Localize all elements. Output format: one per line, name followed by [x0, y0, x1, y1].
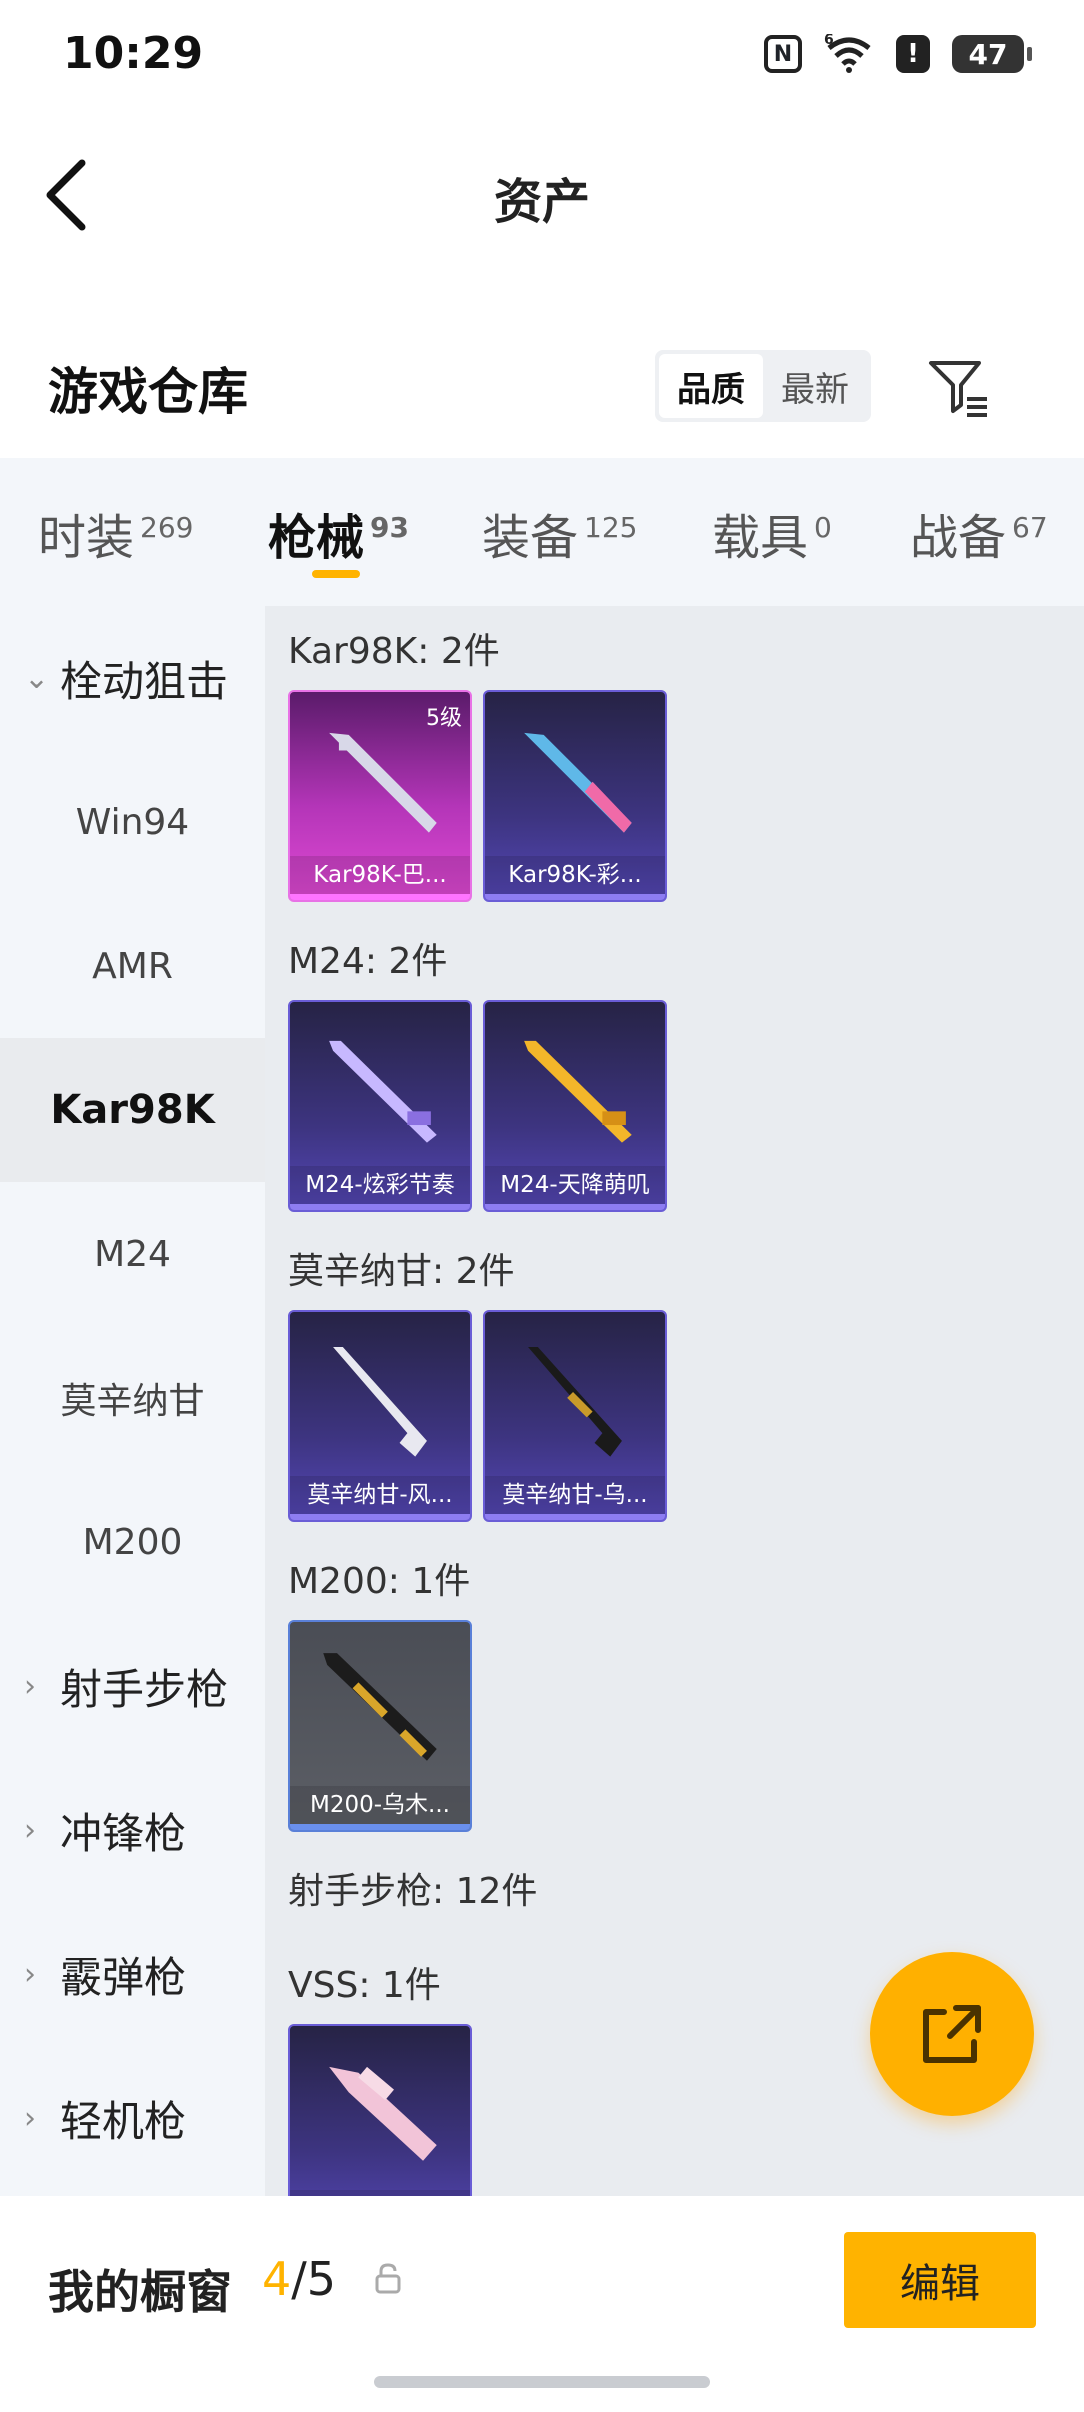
sort-newest-button[interactable]: 最新 — [763, 354, 867, 418]
level-badge: 5级 — [426, 706, 462, 731]
rarity-strip — [485, 1204, 665, 1210]
alert-icon: ! — [896, 35, 930, 73]
sidebar-group-dmr[interactable]: › 射手步枪 — [0, 1614, 265, 1758]
chevron-right-icon: › — [24, 1812, 36, 1848]
section-title: M24: 2件 — [288, 941, 448, 982]
rarity-strip — [290, 894, 470, 900]
chevron-right-icon: › — [24, 2100, 36, 2136]
sidebar-item-kar98k[interactable]: Kar98K — [0, 1038, 265, 1182]
rifle-icon — [329, 1040, 437, 1143]
weapon-name: M24-炫彩节奏 — [290, 1166, 470, 1204]
weapon-name: Kar98K-彩... — [485, 856, 665, 894]
rarity-strip — [485, 894, 665, 900]
weapon-name: M200-乌木... — [290, 1786, 470, 1824]
weapon-name: 莫辛纳甘-风... — [290, 1476, 470, 1514]
weapon-card[interactable]: 莫辛纳甘-风... — [288, 1310, 472, 1522]
sidebar-item-win94[interactable]: Win94 — [0, 750, 265, 894]
section-title: 射手步枪: 12件 — [288, 1871, 538, 1912]
weapon-card[interactable]: M24-天降萌叽 — [483, 1000, 667, 1212]
rarity-strip — [290, 1824, 470, 1830]
tab-weapons[interactable]: 枪械 93 — [268, 498, 409, 568]
weapon-card[interactable]: 5级 Kar98K-巴... — [288, 690, 472, 902]
rifle-icon — [524, 732, 632, 833]
status-time: 10:29 — [63, 28, 204, 79]
sort-toggle: 品质 最新 — [655, 350, 871, 422]
rifle-icon — [329, 2066, 437, 2161]
status-bar: 10:29 N 6 ! 47 — [0, 0, 1084, 110]
weapon-card[interactable]: 莫辛纳甘-乌... — [483, 1310, 667, 1522]
chevron-right-icon: › — [24, 1956, 36, 1992]
status-icons: N 6 ! 47 — [764, 34, 1032, 74]
rarity-strip — [290, 1514, 470, 1520]
sidebar-item-amr[interactable]: AMR — [0, 894, 265, 1038]
rifle-icon — [333, 1347, 427, 1457]
share-icon — [923, 2005, 981, 2063]
sort-quality-button[interactable]: 品质 — [659, 354, 763, 418]
rarity-strip — [290, 1204, 470, 1210]
section-title: 莫辛纳甘: 2件 — [288, 1251, 515, 1292]
section-title: Kar98K: 2件 — [288, 631, 500, 672]
edit-button[interactable]: 编辑 — [844, 2232, 1036, 2328]
home-indicator[interactable] — [374, 2376, 710, 2388]
weapon-name: Kar98K-巴... — [290, 856, 470, 894]
tab-equipment[interactable]: 装备 125 — [482, 498, 637, 568]
wifi-icon: 6 — [824, 34, 871, 73]
warehouse-title: 游戏仓库 — [48, 363, 248, 421]
weapon-card[interactable]: Kar98K-彩... — [483, 690, 667, 902]
rifle-icon — [323, 1653, 437, 1761]
section-title: VSS: 1件 — [288, 1965, 441, 2006]
weapon-card[interactable]: M24-炫彩节奏 — [288, 1000, 472, 1212]
weapon-card[interactable] — [288, 2024, 472, 2196]
rarity-strip — [485, 1514, 665, 1520]
lock-icon — [375, 2263, 401, 2294]
sidebar-item-m200[interactable]: M200 — [0, 1470, 265, 1614]
showcase-label: 我的橱窗 — [48, 2265, 232, 2319]
chevron-right-icon: › — [24, 1668, 36, 1704]
battery-icon: 47 — [952, 35, 1032, 73]
sidebar-group-shotgun[interactable]: › 霰弹枪 — [0, 1902, 265, 2046]
tab-vehicles[interactable]: 载具 0 — [712, 498, 832, 568]
tab-fashion[interactable]: 时装 269 — [38, 498, 193, 568]
nfc-icon: N — [764, 35, 802, 73]
weapon-name: 莫辛纳甘-乌... — [485, 1476, 665, 1514]
share-fab-button[interactable] — [870, 1952, 1034, 2116]
filter-icon[interactable] — [925, 355, 991, 421]
sidebar-item-mosin[interactable]: 莫辛纳甘 — [0, 1326, 265, 1470]
section-title: M200: 1件 — [288, 1561, 471, 1602]
weapon-card[interactable]: M200-乌木... — [288, 1620, 472, 1832]
sidebar-item-m24[interactable]: M24 — [0, 1182, 265, 1326]
showcase-count: 4/5 — [262, 2252, 337, 2306]
weapon-name: M24-天降萌叽 — [485, 1166, 665, 1204]
weapon-sidebar: ⌄ 栓动狙击 Win94 AMR Kar98K M24 莫辛纳甘 M200 › … — [0, 606, 265, 2196]
sidebar-group-bolt-sniper[interactable]: ⌄ 栓动狙击 — [0, 606, 265, 750]
tab-battle-prep[interactable]: 战备 67 — [910, 498, 1048, 568]
sidebar-group-lmg[interactable]: › 轻机枪 — [0, 2046, 265, 2190]
showcase-bar: 我的橱窗 4/5 编辑 — [0, 2196, 1084, 2412]
active-tab-indicator — [312, 570, 360, 578]
svg-text:6: 6 — [824, 34, 834, 48]
rifle-icon — [528, 1347, 622, 1457]
page-title: 资产 — [493, 174, 590, 230]
chevron-down-icon: ⌄ — [24, 660, 50, 696]
category-tabs: 时装 269 枪械 93 装备 125 载具 0 战备 67 — [0, 458, 1084, 606]
rifle-icon — [524, 1040, 632, 1143]
sidebar-group-smg[interactable]: › 冲锋枪 — [0, 1758, 265, 1902]
